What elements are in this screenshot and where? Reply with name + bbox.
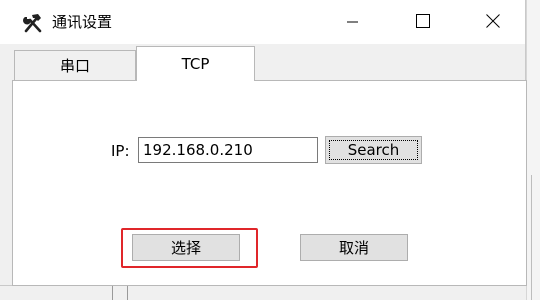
minimize-button[interactable] [330, 0, 376, 44]
maximize-button[interactable] [400, 0, 446, 44]
background-window-edge [526, 0, 540, 300]
maximize-icon [416, 13, 430, 32]
background-window-divider [531, 175, 532, 300]
tcp-tab-panel [12, 80, 527, 286]
focus-rectangle [329, 140, 418, 160]
cancel-button[interactable]: 取消 [300, 234, 408, 261]
title-bar[interactable]: 通讯设置 [0, 0, 525, 44]
background-window-splitter [112, 286, 128, 300]
close-icon [486, 13, 500, 32]
screen: 通讯设置 串口 TCP IP: 192.168.0.210 Search 选择 … [0, 0, 540, 300]
window-title: 通讯设置 [52, 13, 113, 31]
tab-label: 串口 [59, 57, 90, 75]
tab-label: TCP [181, 55, 210, 73]
minimize-icon [347, 13, 359, 32]
tab-tcp[interactable]: TCP [136, 46, 255, 81]
cancel-button-label: 取消 [338, 239, 369, 257]
highlight-box [121, 228, 258, 268]
ip-address-input[interactable] [138, 137, 318, 163]
tab-serial-port[interactable]: 串口 [14, 50, 136, 80]
search-button[interactable]: Search [325, 136, 422, 164]
close-button[interactable] [470, 0, 516, 44]
comm-settings-dialog: 通讯设置 串口 TCP IP: 192.168.0.210 Search 选择 … [0, 0, 527, 286]
tools-icon [22, 12, 44, 34]
ip-label: IP: [111, 142, 130, 160]
